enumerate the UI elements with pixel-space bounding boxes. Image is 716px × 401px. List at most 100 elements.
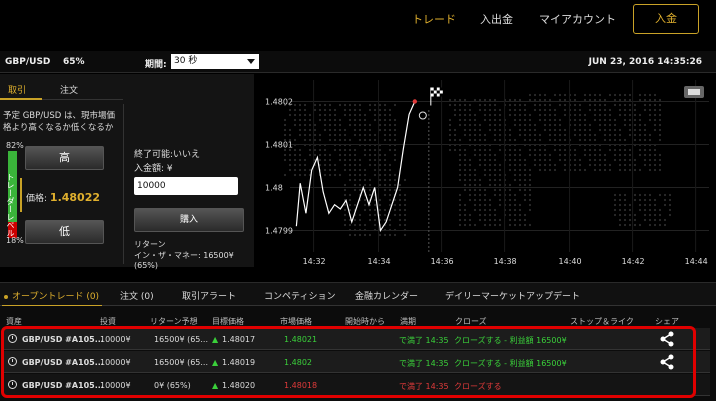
table-row[interactable]: GBP/USD #A105... 10000¥ 16500¥ (65... ▲ 1.48… — [4, 351, 710, 373]
map-dot — [648, 208, 652, 212]
table-row[interactable]: GBP/USD #A105... 10000¥ 0¥ (65%) ▲ 1.48020 1.… — [4, 374, 710, 396]
deposit-button[interactable]: 入金 — [633, 4, 699, 34]
map-dot — [463, 178, 467, 182]
map-dot — [498, 163, 502, 167]
map-dot — [648, 113, 652, 117]
map-dot — [283, 128, 287, 132]
map-dot — [363, 128, 367, 132]
map-dot — [573, 153, 577, 157]
map-dot — [453, 138, 457, 142]
map-dot — [513, 158, 517, 162]
close-trade-link[interactable]: クローズする - 利益額 16500¥ — [454, 358, 567, 369]
map-dot — [463, 153, 467, 157]
map-dot — [478, 138, 482, 142]
map-dot — [388, 163, 392, 167]
map-dot — [473, 173, 477, 177]
map-dot — [353, 223, 357, 227]
tab-open-trades[interactable]: オープントレード (0) — [4, 289, 99, 302]
map-dot — [668, 193, 672, 197]
up-arrow-icon: ▲ — [212, 358, 219, 367]
map-dot — [393, 183, 397, 187]
map-dot — [508, 198, 512, 202]
tab-trade-alerts[interactable]: 取引アラート — [182, 289, 236, 302]
map-dot — [333, 123, 337, 127]
share-icon[interactable] — [659, 354, 675, 370]
map-dot — [468, 123, 472, 127]
nav-deposit-withdraw[interactable]: 入出金 — [480, 11, 513, 27]
close-trade-link[interactable]: クローズする - 利益額 16500¥ — [454, 335, 567, 346]
map-dot — [528, 138, 532, 142]
map-dot — [498, 188, 502, 192]
map-dot — [463, 123, 467, 127]
map-dot — [353, 173, 357, 177]
map-dot — [358, 173, 362, 177]
map-dot — [483, 163, 487, 167]
map-dot — [528, 188, 532, 192]
map-dot — [513, 118, 517, 122]
low-button[interactable]: 低 — [25, 220, 104, 244]
map-dot — [393, 233, 397, 237]
map-dot — [383, 123, 387, 127]
map-dot — [528, 133, 532, 137]
map-dot — [363, 223, 367, 227]
amount-input[interactable]: 10000 — [134, 177, 238, 195]
map-dot — [563, 158, 567, 162]
map-dot — [493, 223, 497, 227]
map-dot — [468, 198, 472, 202]
table-header: 資産 投資 リターン予想 目標価格 市場価格 開始時から 満期 クローズ ストッ… — [0, 306, 716, 326]
map-dot — [383, 103, 387, 107]
map-dot — [473, 138, 477, 142]
info-bar: GBP/USD 65% 期間: 30 秒 JUN 23, 2016 14:35:… — [0, 51, 716, 73]
map-dot — [368, 208, 372, 212]
map-dot — [453, 148, 457, 152]
map-dot — [488, 103, 492, 107]
map-dot — [493, 178, 497, 182]
tab-economic-calendar[interactable]: 金融カレンダー — [355, 289, 418, 302]
map-dot — [358, 108, 362, 112]
current-price-marker — [412, 99, 418, 104]
map-dot — [513, 193, 517, 197]
map-dot — [648, 158, 652, 162]
share-icon[interactable] — [659, 331, 675, 347]
map-dot — [358, 188, 362, 192]
map-dot — [368, 183, 372, 187]
map-dot — [373, 223, 377, 227]
map-dot — [403, 208, 407, 212]
map-dot — [473, 153, 477, 157]
tab-trade[interactable]: 取引 — [8, 83, 26, 96]
map-dot — [623, 158, 627, 162]
map-dot — [383, 138, 387, 142]
map-dot — [403, 178, 407, 182]
close-trade-link[interactable]: クローズする — [454, 381, 502, 392]
map-dot — [318, 138, 322, 142]
map-dot — [553, 118, 557, 122]
map-dot — [388, 123, 392, 127]
map-dot — [343, 188, 347, 192]
map-dot — [583, 123, 587, 127]
map-dot — [393, 153, 397, 157]
buy-button[interactable]: 購入 — [134, 208, 244, 232]
period-select[interactable]: 30 秒 — [171, 54, 259, 69]
camera-icon-lens — [688, 89, 700, 95]
col-invest: 投資 — [100, 317, 116, 326]
map-dot — [593, 133, 597, 137]
map-dot — [608, 163, 612, 167]
map-dot — [343, 138, 347, 142]
map-dot — [528, 198, 532, 202]
map-dot — [498, 218, 502, 222]
map-dot — [558, 98, 562, 102]
flag-icon — [433, 93, 437, 97]
map-dot — [498, 133, 502, 137]
map-dot — [353, 128, 357, 132]
map-dot — [558, 118, 562, 122]
high-button[interactable]: 高 — [25, 146, 104, 170]
tab-daily-market-update[interactable]: デイリーマーケットアップデート — [445, 289, 580, 302]
nav-my-account[interactable]: マイアカウント — [539, 11, 616, 27]
bottom-tabs: オープントレード (0) 注文 (0) 取引アラート コンペティション 金融カレ… — [0, 282, 716, 307]
table-row[interactable]: GBP/USD #A105... 10000¥ 16500¥ (65... ▲ 1.48… — [4, 328, 710, 350]
tab-order[interactable]: 注文 — [60, 83, 78, 96]
tab-competition[interactable]: コンペティション — [264, 289, 335, 302]
nav-trade[interactable]: トレード — [412, 11, 456, 27]
tab-orders[interactable]: 注文 (0) — [120, 289, 154, 302]
cell-asset: GBP/USD #A105... — [22, 381, 104, 390]
